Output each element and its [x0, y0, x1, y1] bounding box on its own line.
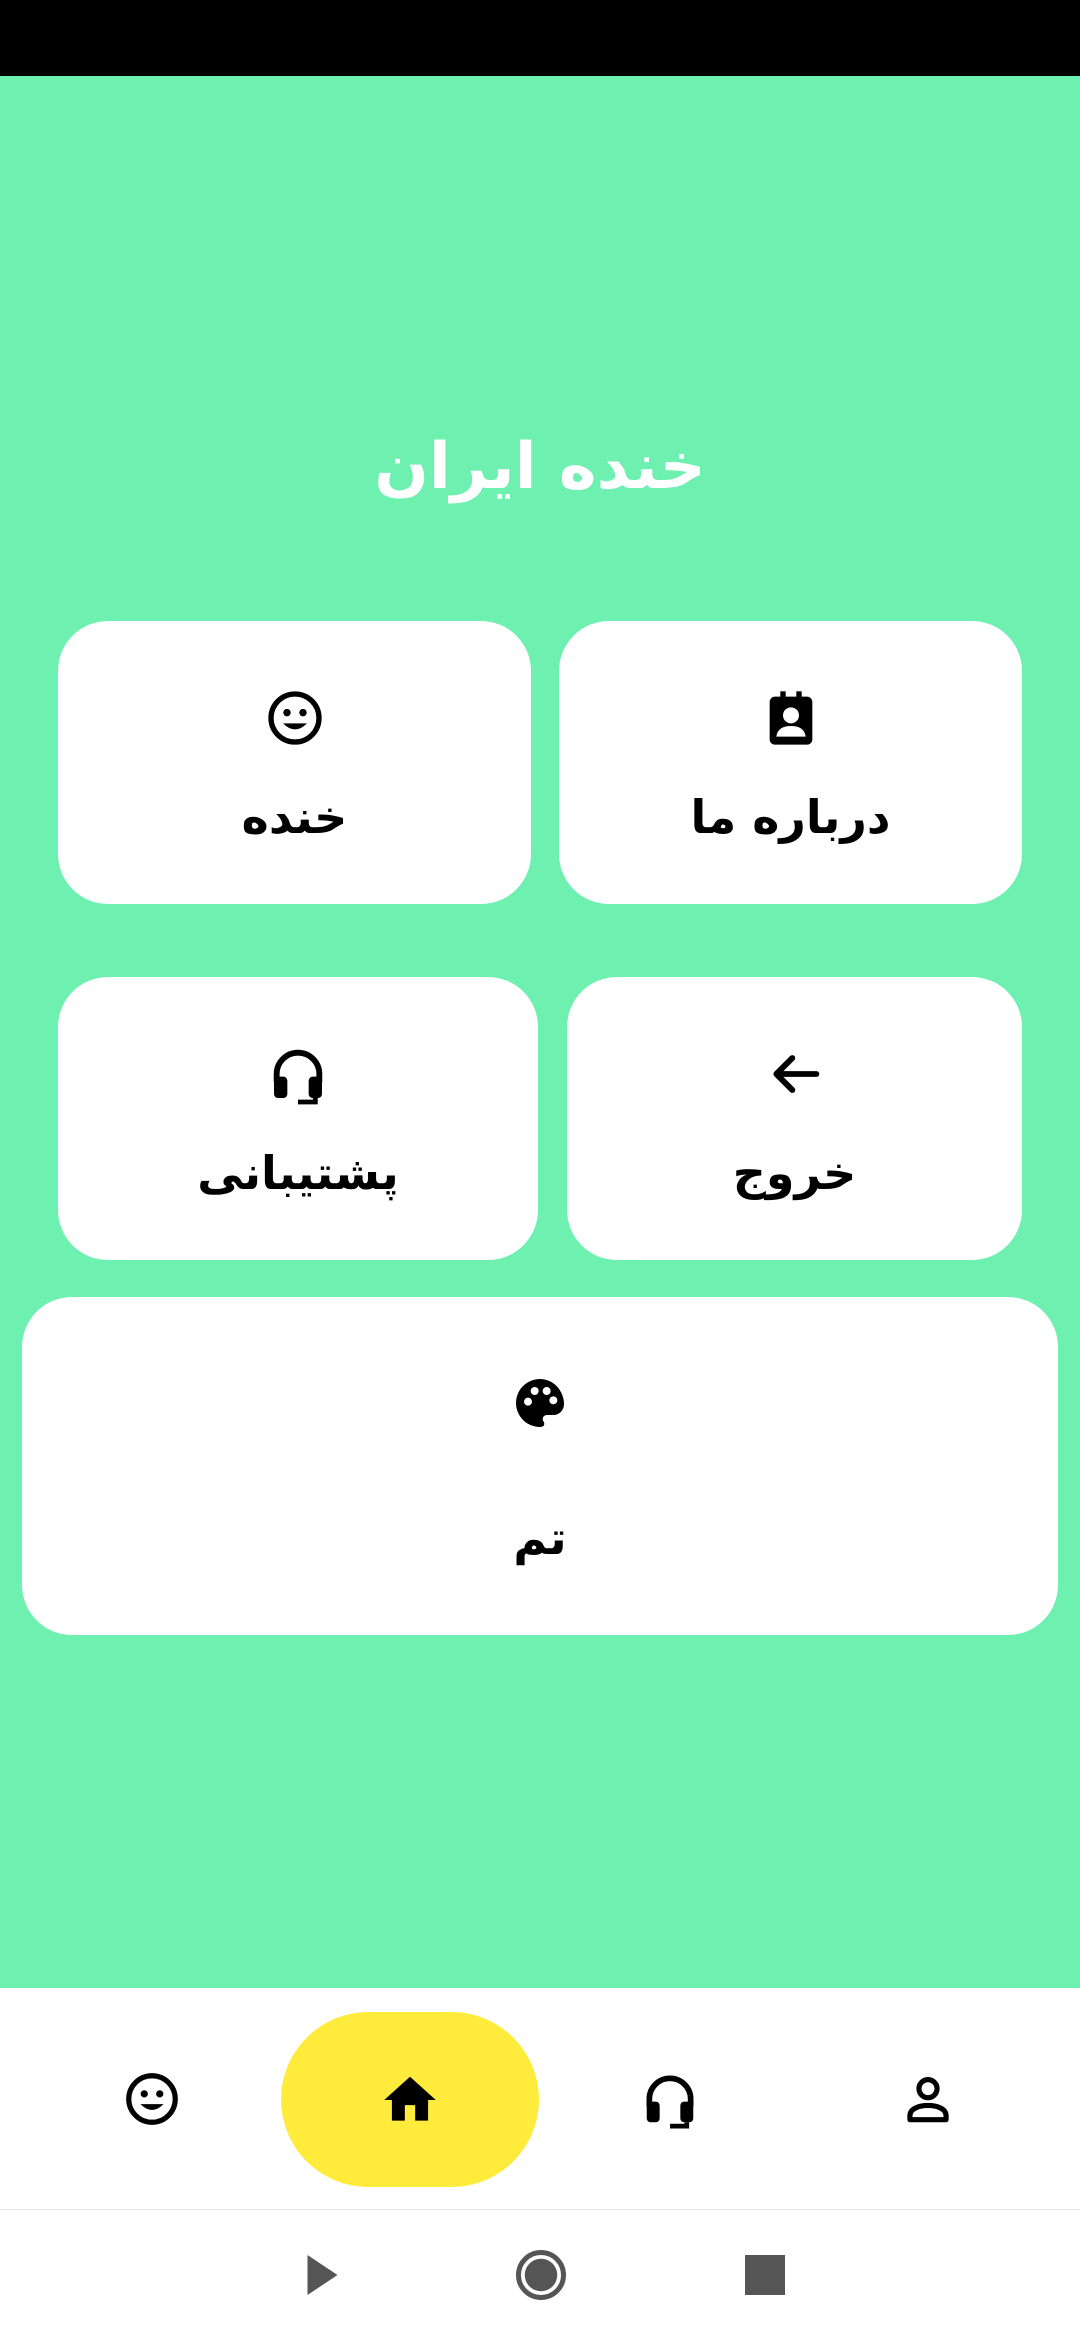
- support-card-label: پشتیبانی: [197, 1145, 399, 1200]
- support-card[interactable]: پشتیبانی: [58, 977, 538, 1260]
- bottom-navigation: [0, 1988, 1080, 2210]
- smiley-icon: [121, 2068, 183, 2130]
- palette-icon: [508, 1371, 572, 1435]
- nav-profile-tab[interactable]: [838, 1988, 1018, 2210]
- app-title: خنده ایران: [374, 430, 706, 504]
- status-bar: [0, 0, 1080, 76]
- nav-laugh-tab[interactable]: [62, 1988, 242, 2210]
- exit-card-label: خروج: [732, 1145, 857, 1200]
- exit-card[interactable]: خروج: [567, 977, 1022, 1260]
- home-circle-icon[interactable]: [511, 2245, 571, 2305]
- smiley-icon: [263, 686, 327, 750]
- about-us-card-label: درباره ما: [690, 789, 891, 844]
- arrow-left-icon: [763, 1042, 827, 1106]
- back-triangle-icon[interactable]: [290, 2245, 350, 2305]
- nav-home-tab-active[interactable]: [281, 2012, 539, 2187]
- about-us-card[interactable]: درباره ما: [559, 621, 1022, 904]
- laugh-card[interactable]: خنده: [58, 621, 531, 904]
- theme-card-label: تم: [513, 1511, 567, 1565]
- theme-card[interactable]: تم: [22, 1297, 1058, 1635]
- headset-icon: [639, 2068, 701, 2130]
- home-icon: [379, 2069, 441, 2131]
- laugh-card-label: خنده: [241, 789, 348, 844]
- system-navigation-bar: [0, 2210, 1080, 2340]
- person-icon: [897, 2068, 959, 2130]
- headset-icon: [266, 1042, 330, 1106]
- recents-square-icon[interactable]: [735, 2245, 795, 2305]
- contact-card-icon: [759, 686, 823, 750]
- nav-support-tab[interactable]: [580, 1988, 760, 2210]
